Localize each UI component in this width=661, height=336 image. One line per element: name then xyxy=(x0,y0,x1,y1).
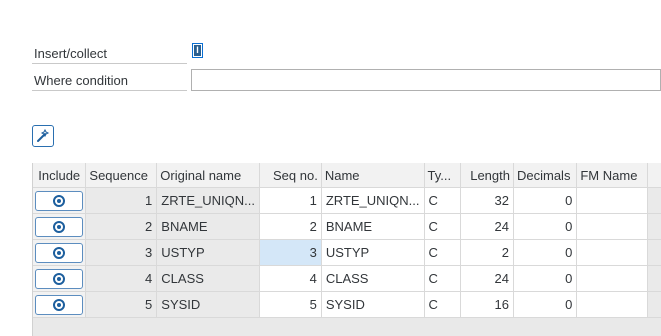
name-cell[interactable]: BNAME xyxy=(321,213,425,240)
where-condition-input[interactable] xyxy=(191,69,661,91)
radio-dot-icon xyxy=(57,224,62,229)
include-cell xyxy=(33,239,87,266)
col-header-decimals[interactable]: Decimals xyxy=(513,163,578,188)
col-header-name[interactable]: Name xyxy=(321,163,425,188)
col-header-type[interactable]: Ty... xyxy=(424,163,462,188)
fm-name-cell[interactable] xyxy=(576,213,648,240)
col-header-seq-no[interactable]: Seq no. xyxy=(259,163,322,188)
col-header-include[interactable]: Include xyxy=(33,163,87,188)
col-header-length[interactable]: Length xyxy=(460,163,514,188)
name-cell[interactable]: SYSID xyxy=(321,291,425,318)
edit-wand-button[interactable] xyxy=(32,125,54,147)
include-radio-button[interactable] xyxy=(35,294,84,315)
include-cell xyxy=(33,187,87,214)
sequence-cell: 1 xyxy=(85,187,158,214)
decimals-cell[interactable]: 0 xyxy=(513,187,578,214)
decimals-cell[interactable]: 0 xyxy=(513,239,578,266)
table-row: 5 SYSID 5 SYSID C 16 0 xyxy=(33,291,661,318)
table-row: 4 CLASS 4 CLASS C 24 0 xyxy=(33,265,661,292)
where-condition-label: Where condition xyxy=(34,73,128,88)
include-cell xyxy=(33,265,87,292)
fm-name-cell[interactable] xyxy=(576,291,648,318)
filler-cell xyxy=(647,187,661,214)
fm-name-cell[interactable] xyxy=(576,265,648,292)
col-header-original-name[interactable]: Original name xyxy=(156,163,260,188)
sequence-cell: 2 xyxy=(85,213,158,240)
insert-collect-row: Insert/collect I xyxy=(32,41,661,65)
fm-name-cell[interactable] xyxy=(576,187,648,214)
type-cell[interactable]: C xyxy=(424,213,462,240)
decimals-cell[interactable]: 0 xyxy=(513,265,578,292)
length-cell[interactable]: 24 xyxy=(460,265,514,292)
original-name-cell: SYSID xyxy=(156,291,260,318)
decimals-cell[interactable]: 0 xyxy=(513,291,578,318)
type-cell[interactable]: C xyxy=(424,291,462,318)
fm-name-cell[interactable] xyxy=(576,239,648,266)
sequence-cell: 3 xyxy=(85,239,158,266)
seq-no-cell[interactable]: 2 xyxy=(259,213,322,240)
magic-wand-icon xyxy=(37,129,50,142)
original-name-cell: USTYP xyxy=(156,239,260,266)
seq-no-cell[interactable]: 1 xyxy=(259,187,322,214)
filler-cell xyxy=(647,291,661,318)
original-name-cell: ZRTE_UNIQN... xyxy=(156,187,260,214)
length-cell[interactable]: 24 xyxy=(460,213,514,240)
length-cell[interactable]: 16 xyxy=(460,291,514,318)
name-cell[interactable]: USTYP xyxy=(321,239,425,266)
col-header-sequence[interactable]: Sequence xyxy=(85,163,158,188)
original-name-cell: CLASS xyxy=(156,265,260,292)
seq-no-cell[interactable]: 5 xyxy=(259,291,322,318)
type-cell[interactable]: C xyxy=(424,239,462,266)
col-header-filler xyxy=(647,163,661,188)
insert-collect-field[interactable]: I xyxy=(192,43,203,58)
filler-cell xyxy=(647,213,661,240)
radio-dot-icon xyxy=(57,198,62,203)
include-radio-button[interactable] xyxy=(35,268,84,289)
include-radio-button[interactable] xyxy=(35,242,84,263)
table-row: 3 USTYP 3 USTYP C 2 0 xyxy=(33,239,661,266)
seq-no-cell[interactable]: 4 xyxy=(259,265,322,292)
length-cell[interactable]: 32 xyxy=(460,187,514,214)
col-header-fm-name[interactable]: FM Name xyxy=(576,163,648,188)
filler-cell xyxy=(647,265,661,292)
include-cell xyxy=(33,291,87,318)
insert-collect-label: Insert/collect xyxy=(34,46,107,61)
filler-cell xyxy=(647,239,661,266)
table-row: 1 ZRTE_UNIQN... 1 ZRTE_UNIQN... C 32 0 xyxy=(33,187,661,214)
radio-dot-icon xyxy=(57,302,62,307)
seq-no-cell-selected[interactable]: 3 xyxy=(259,239,322,266)
include-radio-button[interactable] xyxy=(35,190,84,211)
sequence-cell: 4 xyxy=(85,265,158,292)
length-cell[interactable]: 2 xyxy=(460,239,514,266)
label-divider xyxy=(32,63,187,64)
name-cell[interactable]: CLASS xyxy=(321,265,425,292)
original-name-cell: BNAME xyxy=(156,213,260,240)
insert-collect-value: I xyxy=(194,45,201,56)
include-cell xyxy=(33,213,87,240)
fields-table: Include Sequence Original name Seq no. N… xyxy=(33,163,661,318)
name-cell[interactable]: ZRTE_UNIQN... xyxy=(321,187,425,214)
table-row: 2 BNAME 2 BNAME C 24 0 xyxy=(33,213,661,240)
fields-grid: Include Sequence Original name Seq no. N… xyxy=(32,163,661,336)
type-cell[interactable]: C xyxy=(424,265,462,292)
radio-dot-icon xyxy=(57,276,62,281)
type-cell[interactable]: C xyxy=(424,187,462,214)
table-header-row: Include Sequence Original name Seq no. N… xyxy=(33,163,661,188)
sequence-cell: 5 xyxy=(85,291,158,318)
where-condition-row: Where condition xyxy=(32,68,661,92)
decimals-cell[interactable]: 0 xyxy=(513,213,578,240)
radio-dot-icon xyxy=(57,250,62,255)
label-divider xyxy=(32,90,187,91)
include-radio-button[interactable] xyxy=(35,216,84,237)
